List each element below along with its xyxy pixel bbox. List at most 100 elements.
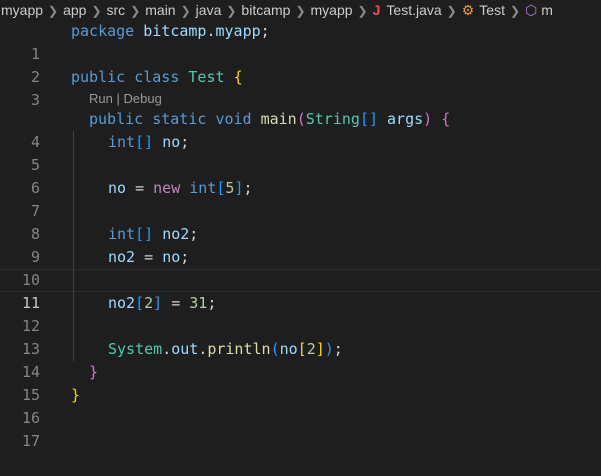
token-keyword: class — [134, 68, 180, 86]
indent-guide — [73, 246, 74, 269]
token-keyword: static — [152, 110, 207, 128]
token-semicolon: ; — [207, 294, 217, 312]
token-variable: args — [387, 110, 424, 128]
code-line-current[interactable]: 11 — [0, 269, 601, 312]
token-operator: = — [144, 248, 154, 266]
token-bracket: } — [89, 363, 99, 381]
token-semicolon: ; — [333, 340, 343, 358]
code-line[interactable]: 10 no2 = no; — [0, 246, 601, 289]
token-keyword: int — [189, 179, 217, 197]
breadcrumb-item-main[interactable]: main — [145, 0, 175, 20]
code-line[interactable]: 3 public class Test { — [0, 66, 601, 109]
token-keyword: public — [71, 68, 126, 86]
code-text: no2 = no; — [108, 246, 189, 269]
codelens: Run | Debug — [0, 89, 601, 108]
token-bracket: } — [71, 386, 81, 404]
breadcrumb: myapp ❯ app ❯ src ❯ main ❯ java ❯ bitcamp ❯ myapp ❯ J T… — [0, 0, 601, 20]
chevron-right-icon: ❯ — [446, 4, 457, 18]
code-text: int[] no2; — [108, 223, 198, 246]
token-type: System — [108, 340, 163, 358]
code-line[interactable]: 9 int[] no2; — [0, 223, 601, 266]
code-line[interactable]: 2 — [0, 43, 601, 86]
breadcrumb-item-app[interactable]: app — [63, 0, 86, 20]
chevron-right-icon: ❯ — [226, 4, 237, 18]
token-variable: no2 — [108, 294, 136, 312]
code-text: no = new int[5]; — [108, 177, 253, 200]
code-text: public class Test { — [71, 66, 243, 89]
token-function: main — [260, 110, 297, 128]
indent-guide — [73, 177, 74, 200]
token-dot: . — [162, 340, 172, 358]
chevron-right-icon: ❯ — [48, 4, 59, 18]
token-operator: = — [135, 179, 145, 197]
code-line[interactable]: 16 } — [0, 384, 601, 427]
token-semicolon: ; — [180, 248, 190, 266]
code-line[interactable]: 1 package bitcamp.myapp; — [0, 20, 601, 63]
token-field: out — [171, 340, 199, 358]
breadcrumb-item-file[interactable]: Test.java — [386, 0, 441, 20]
code-text: public static void main(String[] args) { — [89, 108, 450, 131]
token-bracket: ) — [324, 340, 334, 358]
token-keyword: void — [215, 110, 252, 128]
chevron-right-icon: ❯ — [509, 4, 521, 18]
token-variable: no — [279, 340, 298, 358]
code-line[interactable]: 12 no2[2] = 31; — [0, 292, 601, 335]
breadcrumb-item-myapp-package[interactable]: myapp — [311, 0, 353, 20]
breadcrumb-item-bitcamp[interactable]: bitcamp — [241, 0, 290, 20]
code-line[interactable]: 14 System.out.println(no[2]); — [0, 338, 601, 381]
token-dot: . — [206, 22, 216, 40]
breadcrumb-item-class[interactable]: Test — [479, 0, 505, 20]
token-bracket: ] — [153, 294, 163, 312]
token-bracket: { — [233, 68, 243, 86]
token-semicolon: ; — [189, 225, 199, 243]
indent-guide — [73, 131, 74, 154]
token-bracket: ] — [315, 340, 325, 358]
token-keyword: public — [89, 110, 144, 128]
code-line[interactable]: 17 — [0, 407, 601, 450]
token-number: 2 — [144, 294, 154, 312]
token-class-name: Test — [188, 68, 225, 86]
code-text: System.out.println(no[2]); — [108, 338, 343, 361]
code-text: } — [89, 361, 98, 384]
token-dot: . — [198, 340, 208, 358]
chevron-right-icon: ❯ — [180, 4, 191, 18]
indent-guide — [73, 292, 74, 315]
code-line[interactable]: 4 public static void main(String[] args)… — [0, 108, 601, 151]
code-editor[interactable]: 1 package bitcamp.myapp; 2 3 public clas… — [0, 20, 601, 450]
breadcrumb-item-method[interactable]: m — [541, 0, 553, 20]
token-package: myapp — [215, 22, 261, 40]
code-line[interactable]: 6 — [0, 154, 601, 197]
code-line[interactable]: 13 — [0, 315, 601, 358]
code-text: int[] no; — [108, 131, 189, 154]
class-icon: ⚙ — [461, 2, 475, 18]
token-number: 31 — [189, 294, 208, 312]
chevron-right-icon: ❯ — [357, 4, 368, 18]
token-semicolon: ; — [260, 22, 270, 40]
token-bracket: ) — [423, 110, 433, 128]
code-line[interactable]: 8 — [0, 200, 601, 243]
breadcrumb-item-src[interactable]: src — [107, 0, 126, 20]
codelens-divider: | — [116, 91, 120, 106]
chevron-right-icon: ❯ — [295, 4, 306, 18]
code-line[interactable]: 5 int[] no; — [0, 131, 601, 174]
breadcrumb-item-myapp[interactable]: myapp — [1, 0, 43, 20]
breadcrumb-item-java[interactable]: java — [196, 0, 222, 20]
token-keyword: int — [108, 225, 136, 243]
token-variable: no — [162, 248, 181, 266]
indent-guide — [73, 269, 74, 292]
code-line[interactable]: 15 } — [0, 361, 601, 404]
token-bracket: [] — [359, 110, 378, 128]
token-bracket: [ — [135, 294, 145, 312]
token-function: println — [207, 340, 271, 358]
chevron-right-icon: ❯ — [130, 4, 141, 18]
code-line[interactable]: 7 no = new int[5]; — [0, 177, 601, 220]
debug-codelens-link[interactable]: Debug — [124, 91, 162, 106]
run-codelens-link[interactable]: Run — [89, 91, 113, 106]
token-bracket: [ — [297, 340, 307, 358]
token-variable: no2 — [108, 248, 136, 266]
token-keyword-new: new — [153, 179, 181, 197]
token-keyword: int — [108, 133, 136, 151]
indent-guide — [73, 200, 74, 223]
chevron-right-icon: ❯ — [91, 4, 102, 18]
token-variable: no — [108, 179, 127, 197]
